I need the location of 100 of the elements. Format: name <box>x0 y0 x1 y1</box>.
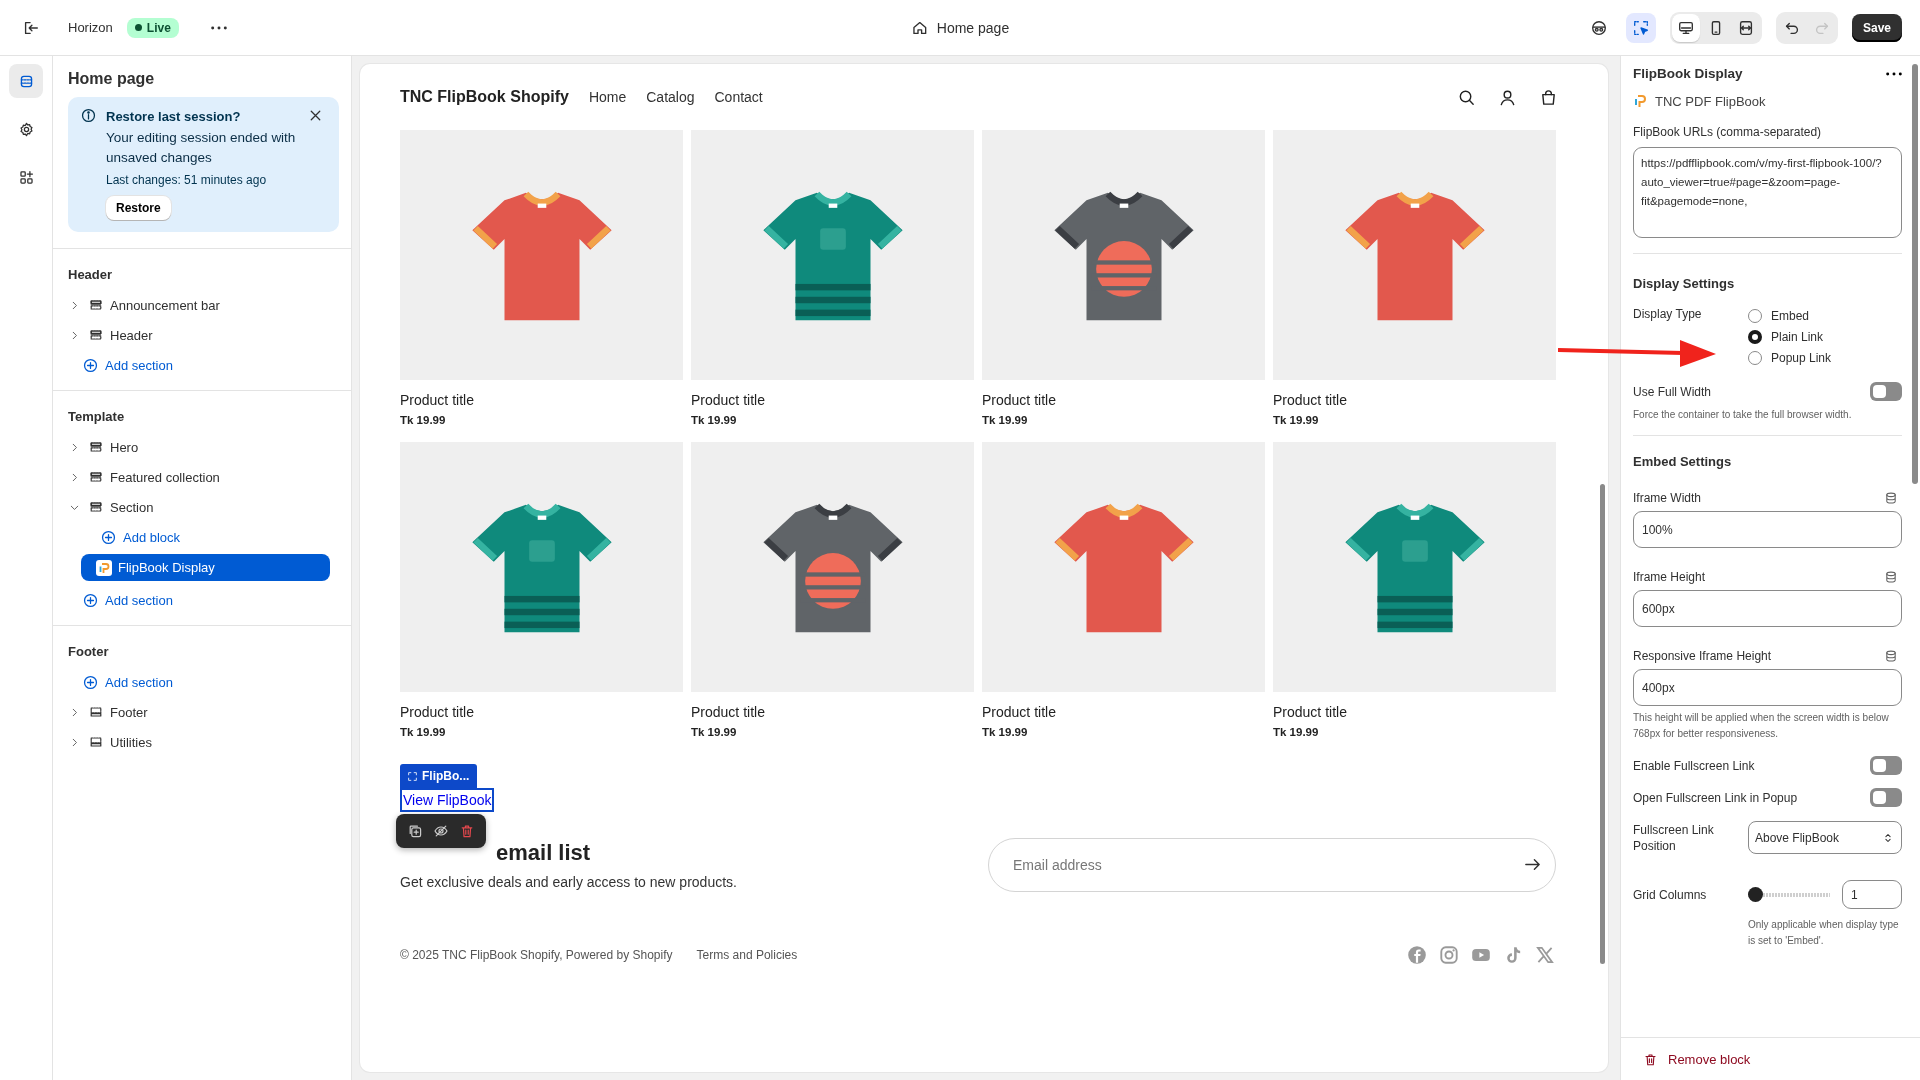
section-item[interactable]: Header <box>68 320 339 350</box>
flipbook-link[interactable]: View FlipBook <box>400 788 495 812</box>
product-title[interactable]: Product title <box>691 392 974 408</box>
page-selector[interactable]: Home page <box>936 19 1010 36</box>
section-item[interactable]: Section <box>68 492 339 522</box>
toggle-switch[interactable] <box>1870 756 1902 775</box>
product-image[interactable] <box>982 130 1265 380</box>
nav-link[interactable]: Catalog <box>646 89 695 105</box>
number-field[interactable]: 1 <box>1842 880 1902 909</box>
restore-button[interactable]: Restore <box>106 196 171 220</box>
inspector-button[interactable] <box>1625 12 1656 43</box>
urls-field[interactable]: https://pdfflipbook.com/v/my-first-flipbook-100/?auto_viewer=true#page=&zoom=page-fit&pagemode=none, <box>1633 147 1902 238</box>
product-title[interactable]: Product title <box>691 704 974 720</box>
database-icon <box>1884 570 1898 584</box>
product-title[interactable]: Product title <box>1273 392 1556 408</box>
section-icon <box>88 327 104 343</box>
section-item[interactable]: Footer <box>68 697 339 727</box>
radio-label[interactable]: Popup Link <box>1771 351 1832 365</box>
select-field[interactable]: Above FlipBook <box>1748 821 1902 854</box>
info-icon <box>80 107 97 124</box>
section-icon <box>88 297 104 313</box>
notice-message: Your editing session ended with unsaved changes <box>106 129 297 167</box>
product-price: Tk 19.99 <box>982 726 1029 738</box>
text-field[interactable]: 600px <box>1633 590 1902 627</box>
product-image[interactable] <box>982 442 1265 692</box>
dynamic-source-button[interactable] <box>1884 649 1898 663</box>
trash-icon <box>1643 1051 1658 1067</box>
product-title[interactable]: Product title <box>400 392 683 408</box>
section-item[interactable]: Hero <box>68 432 339 462</box>
toggle-switch[interactable] <box>1870 788 1902 807</box>
newsletter-text: Get exclusive deals and early access to new products. <box>400 874 737 890</box>
save-button[interactable]: Save <box>1851 13 1902 42</box>
product-price: Tk 19.99 <box>691 726 738 738</box>
radio-label[interactable]: Embed <box>1771 309 1810 323</box>
field-label: Responsive Iframe Height <box>1633 649 1772 663</box>
add-link[interactable]: Add section <box>68 585 339 615</box>
product-image[interactable] <box>400 442 683 692</box>
product-title[interactable]: Product title <box>982 392 1265 408</box>
instagram-icon[interactable] <box>1438 944 1460 966</box>
more-icon <box>210 25 227 30</box>
app-icon <box>1633 93 1647 109</box>
slider-thumb[interactable] <box>1748 887 1763 902</box>
plus-circle-icon <box>100 528 117 546</box>
add-link[interactable]: Add block <box>68 522 339 552</box>
store-name[interactable]: TNC FlipBook Shopify <box>400 88 569 106</box>
desktop-view-button[interactable] <box>1671 13 1700 42</box>
product-title[interactable]: Product title <box>400 704 683 720</box>
help-text: Only applicable when display type is set to 'Embed'. <box>1748 918 1900 948</box>
radio-button[interactable] <box>1748 330 1762 344</box>
cart-button[interactable] <box>1539 87 1558 107</box>
more-button[interactable] <box>1886 71 1902 76</box>
field-label: Iframe Height <box>1633 570 1706 584</box>
radio-button[interactable] <box>1748 351 1762 365</box>
settings-icon <box>17 120 35 138</box>
text-field[interactable]: 400px <box>1633 669 1902 706</box>
product-title[interactable]: Product title <box>1273 704 1556 720</box>
notice-title: Restore last session? <box>106 108 242 126</box>
radio-label[interactable]: Plain Link <box>1771 330 1824 344</box>
product-price: Tk 19.99 <box>691 414 738 426</box>
radio-button[interactable] <box>1748 309 1762 323</box>
email-field[interactable]: Email address <box>988 838 1556 892</box>
newsletter-heading: email list <box>495 840 592 866</box>
product-price: Tk 19.99 <box>1273 726 1320 738</box>
field-label: Grid Columns <box>1633 887 1708 902</box>
more-icon <box>1886 71 1902 76</box>
product-image[interactable] <box>1273 442 1556 692</box>
section-icon <box>88 499 104 515</box>
toggle-switch[interactable] <box>1870 382 1902 401</box>
add-link[interactable]: Add section <box>68 667 339 697</box>
scrollbar[interactable] <box>1912 64 1918 484</box>
product-price: Tk 19.99 <box>982 414 1029 426</box>
product-title[interactable]: Product title <box>982 704 1265 720</box>
product-price: Tk 19.99 <box>400 726 447 738</box>
sections-tab[interactable] <box>9 64 43 98</box>
add-link[interactable]: Add section <box>68 350 339 380</box>
scrollbar[interactable] <box>1600 484 1605 964</box>
section-item[interactable]: Utilities <box>68 727 339 757</box>
app-name: TNC PDF FlipBook <box>1655 93 1766 109</box>
plus-circle-icon <box>82 673 99 691</box>
product-image[interactable] <box>1273 130 1556 380</box>
section-item[interactable]: Announcement bar <box>68 290 339 320</box>
policies-link[interactable]: Terms and Policies <box>696 948 798 962</box>
bag-icon <box>1539 87 1558 107</box>
x-icon[interactable] <box>1534 944 1556 966</box>
remove-block-button[interactable]: Remove block <box>1643 1051 1751 1067</box>
block-item[interactable]: FlipBook Display <box>81 554 330 581</box>
facebook-icon[interactable] <box>1406 944 1428 966</box>
section-icon <box>88 469 104 485</box>
section-item[interactable]: Featured collection <box>68 462 339 492</box>
text-field[interactable]: 100% <box>1633 511 1902 548</box>
product-image[interactable] <box>691 130 974 380</box>
block-label[interactable]: FlipBo... <box>400 764 478 788</box>
nav-link[interactable]: Contact <box>714 89 763 105</box>
field-label: Open Fullscreen Link in Popup <box>1633 790 1798 805</box>
product-image[interactable] <box>691 442 974 692</box>
dynamic-source-button[interactable] <box>1884 491 1898 505</box>
nav-link[interactable]: Home <box>588 89 627 105</box>
trash-icon <box>459 823 475 839</box>
product-image[interactable] <box>400 130 683 380</box>
dynamic-source-button[interactable] <box>1884 570 1898 584</box>
